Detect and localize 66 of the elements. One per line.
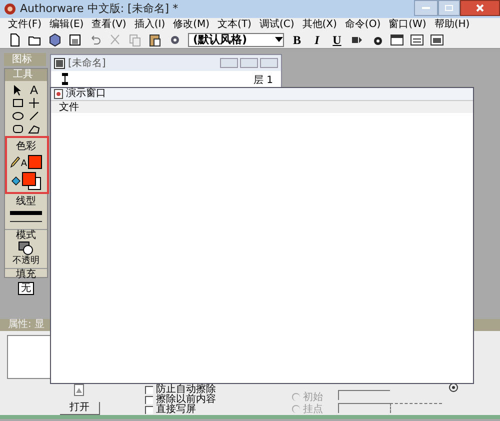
flowline-start-icon: [61, 73, 69, 85]
radio-label: 挂点: [303, 404, 323, 414]
mode-value: 不透明: [12, 256, 40, 266]
checkbox[interactable]: [145, 406, 153, 414]
polygon-tool-icon[interactable]: [28, 123, 40, 135]
menu-item[interactable]: 插入(I): [134, 18, 166, 31]
menu-item[interactable]: 查看(V): [92, 18, 126, 31]
menu-item[interactable]: 命令(O): [344, 18, 381, 31]
window-icon[interactable]: [390, 32, 404, 46]
text-tool[interactable]: A: [30, 84, 38, 96]
minimize-button[interactable]: [414, 0, 438, 16]
checkbox-label: 防止自动擦除: [156, 385, 216, 395]
menu-item[interactable]: 窗口(W): [388, 18, 426, 31]
panel-icon[interactable]: [430, 32, 444, 46]
style-dropdown[interactable]: (默认风格): [188, 32, 284, 46]
menu-item[interactable]: 文件(F): [8, 18, 42, 31]
pen-color-swatch[interactable]: [28, 155, 42, 169]
menu-item[interactable]: 文件: [59, 102, 79, 112]
open-button[interactable]: 打开: [60, 402, 100, 415]
position-field[interactable]: [390, 403, 442, 413]
highlight-frame: [5, 136, 49, 194]
menu-item[interactable]: 修改(M): [173, 18, 210, 31]
line-tool-icon[interactable]: [28, 110, 40, 122]
panel-header: 工具: [5, 69, 47, 81]
pen-glyph: A: [20, 160, 28, 169]
caret-icon: [275, 36, 283, 42]
menu-item[interactable]: 文本(T): [218, 18, 252, 31]
close-icon: [476, 4, 484, 12]
design-window-icon: [54, 58, 65, 68]
layer-label: 层 1: [253, 74, 273, 88]
design-window-title: [未命名]: [68, 56, 106, 70]
ellipse-tool-icon[interactable]: [12, 110, 24, 122]
format-button[interactable]: B: [290, 30, 304, 48]
menu-item[interactable]: 编辑(E): [50, 18, 84, 31]
format-button[interactable]: U: [330, 30, 344, 48]
checkbox[interactable]: [145, 386, 153, 394]
menu-item[interactable]: 帮助(H): [434, 18, 470, 31]
checkbox-label: 直接写屏: [156, 405, 196, 415]
list-icon[interactable]: [410, 32, 424, 46]
radio-label: 初始: [303, 392, 323, 402]
fill-color-swatches-drawing[interactable]: [22, 172, 41, 190]
checkbox-label: 擦除以前内容: [156, 395, 216, 405]
plus-icon[interactable]: [28, 97, 40, 109]
save-icon[interactable]: [68, 32, 82, 46]
close-button[interactable]: [460, 0, 500, 16]
section-label: 填充: [5, 268, 47, 280]
rectangle-tool-icon[interactable]: [12, 97, 24, 109]
position-field[interactable]: [338, 403, 390, 413]
position-field[interactable]: [338, 390, 390, 400]
maximize-button[interactable]: [438, 0, 460, 16]
menu-item[interactable]: 其他(X): [302, 18, 337, 31]
mode-icon[interactable]: [18, 241, 34, 255]
presentation-window-title: 演示窗口: [66, 88, 106, 100]
section-label: 线型: [16, 196, 36, 207]
window-title: Authorware 中文版: [未命名] *: [20, 0, 178, 17]
properties-title: 属性: 显: [8, 319, 45, 331]
paint-bucket-icon: [11, 176, 21, 188]
rounded-rectangle-icon[interactable]: [12, 123, 24, 135]
paste-icon[interactable]: [148, 32, 162, 46]
section-label: 色彩: [16, 141, 36, 152]
fill-pattern-button[interactable]: 无: [18, 282, 34, 295]
menu-item[interactable]: 调试(C): [259, 18, 294, 31]
format-button[interactable]: I: [310, 30, 324, 48]
pencil-icon: [10, 156, 20, 168]
app-logo-icon: [4, 3, 16, 15]
checkbox[interactable]: [145, 396, 153, 404]
